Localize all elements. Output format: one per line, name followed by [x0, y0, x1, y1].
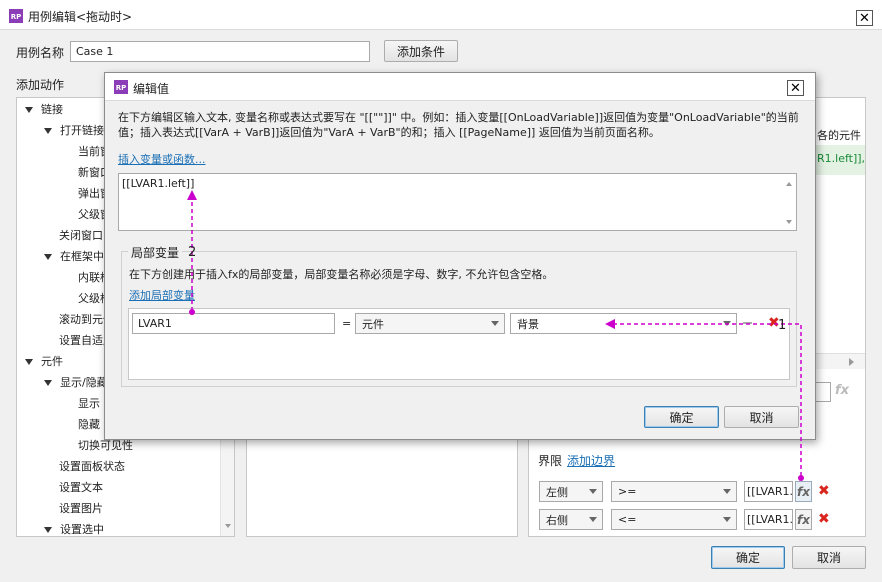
local-variables-title: 局部变量	[128, 244, 183, 261]
bound-operator-select-1[interactable]: >=	[611, 481, 737, 502]
edit-dialog-titlebar: RP 编辑值 ✕	[105, 73, 815, 101]
bound-fx-button-2[interactable]: fx	[795, 509, 812, 530]
tree-item-label: 链接	[41, 103, 63, 116]
tree-item-label: 设置文本	[59, 481, 103, 494]
bound-value-input-1[interactable]: [[LVAR1.	[744, 481, 793, 502]
expand-triangle-icon[interactable]	[25, 107, 33, 113]
main-ok-button[interactable]: 确定	[711, 546, 785, 569]
tree-item[interactable]: 设置选中	[17, 519, 104, 536]
expand-triangle-icon[interactable]	[44, 527, 52, 533]
main-cancel-button[interactable]: 取消	[792, 546, 866, 569]
bound-value-input-2[interactable]: [[LVAR1.	[744, 509, 793, 530]
case-name-label: 用例名称	[16, 46, 65, 60]
axure-logo-icon: RP	[9, 9, 23, 23]
tree-item[interactable]: 关闭窗口	[17, 225, 103, 246]
bound-fx-button-1[interactable]: fx	[795, 481, 812, 502]
local-variables-table: LVAR1 = 元件 背景 ✖	[128, 308, 790, 380]
tree-item[interactable]: 设置文本	[17, 477, 103, 498]
tree-item-label: 隐藏	[78, 418, 100, 431]
bound-operator-select-2[interactable]: <=	[611, 509, 737, 530]
edit-value-dialog: RP 编辑值 ✕ 在下方编辑区输入文本, 变量名称或表达式要写在 "[[""]]…	[104, 72, 816, 440]
tree-item-label: 设置选中	[60, 523, 104, 536]
edit-dialog-cancel-button[interactable]: 取消	[724, 406, 799, 428]
tree-item[interactable]: 隐藏	[17, 414, 100, 435]
add-condition-button[interactable]: 添加条件	[384, 40, 458, 62]
case-name-input[interactable]: Case 1	[70, 41, 370, 62]
tree-item[interactable]: 设置图片	[17, 498, 103, 519]
tree-item-label: 元件	[41, 355, 63, 368]
main-close-icon[interactable]: ✕	[856, 10, 873, 26]
tree-item[interactable]: 设置面板状态	[17, 456, 125, 477]
add-bounds-link[interactable]: 添加边界	[567, 452, 615, 469]
fx-button-disabled[interactable]: fx	[835, 383, 849, 398]
local-var-name-input[interactable]: LVAR1	[132, 313, 335, 334]
insert-variable-link[interactable]: 插入变量或函数...	[118, 151, 206, 167]
bounds-label: 界限	[538, 454, 563, 468]
local-var-equals: =	[342, 317, 352, 330]
local-var-target-select[interactable]: 背景	[510, 313, 737, 334]
local-variables-description: 在下方创建用于插入fx的局部变量，局部变量名称必须是字母、数字, 不允许包含空格…	[129, 268, 554, 281]
edit-dialog-logo-icon: RP	[114, 80, 128, 94]
local-var-handle-icon	[743, 322, 752, 324]
add-local-variable-link[interactable]: 添加局部变量	[129, 287, 195, 303]
edit-dialog-ok-button[interactable]: 确定	[644, 406, 719, 428]
main-window-title: 用例编辑<拖动时>	[28, 10, 133, 24]
bound-side-select-2[interactable]: 右侧	[539, 509, 603, 530]
tree-item[interactable]: 打开链接	[17, 120, 104, 141]
expand-triangle-icon[interactable]	[44, 128, 52, 134]
remove-bound-1-icon[interactable]: ✖	[818, 484, 830, 498]
tree-item-label: 设置图片	[59, 502, 103, 515]
tree-item-label: 打开链接	[60, 124, 104, 137]
tree-item-label: 关闭窗口	[59, 229, 103, 242]
tree-item[interactable]: 显示/隐藏	[17, 372, 108, 393]
selected-widget-row[interactable]: R1.left]], ι	[809, 145, 865, 175]
remove-bound-2-icon[interactable]: ✖	[818, 512, 830, 526]
local-variables-group: 局部变量 在下方创建用于插入fx的局部变量，局部变量名称必须是字母、数字, 不允…	[121, 244, 797, 387]
tree-item[interactable]: 元件	[17, 351, 63, 372]
tree-item-label: 切换可见性	[78, 439, 133, 452]
tree-item-label: 显示	[78, 397, 100, 410]
annotation-label-2: 2	[188, 245, 197, 260]
expression-editor[interactable]: [[LVAR1.left]]	[118, 173, 797, 231]
tree-item-label: 设置面板状态	[59, 460, 125, 473]
edit-dialog-title: 编辑值	[133, 82, 170, 96]
local-var-type-select[interactable]: 元件	[355, 313, 505, 334]
add-action-label: 添加动作	[16, 78, 65, 92]
target-widgets-header: 各的元件	[817, 129, 861, 142]
edit-dialog-close-icon[interactable]: ✕	[787, 80, 804, 96]
bound-side-select-1[interactable]: 左侧	[539, 481, 603, 502]
annotation-label-1: 1	[778, 318, 787, 333]
tree-item[interactable]: 链接	[17, 99, 63, 120]
main-window-titlebar: RP 用例编辑<拖动时> ✕	[0, 0, 882, 30]
expand-triangle-icon[interactable]	[25, 359, 33, 365]
tree-item-label: 显示/隐藏	[60, 376, 108, 389]
tree-item[interactable]: 显示	[17, 393, 100, 414]
expand-triangle-icon[interactable]	[44, 254, 52, 260]
expand-triangle-icon[interactable]	[44, 380, 52, 386]
edit-dialog-description: 在下方编辑区输入文本, 变量名称或表达式要写在 "[[""]]" 中。例如：插入…	[118, 111, 799, 139]
